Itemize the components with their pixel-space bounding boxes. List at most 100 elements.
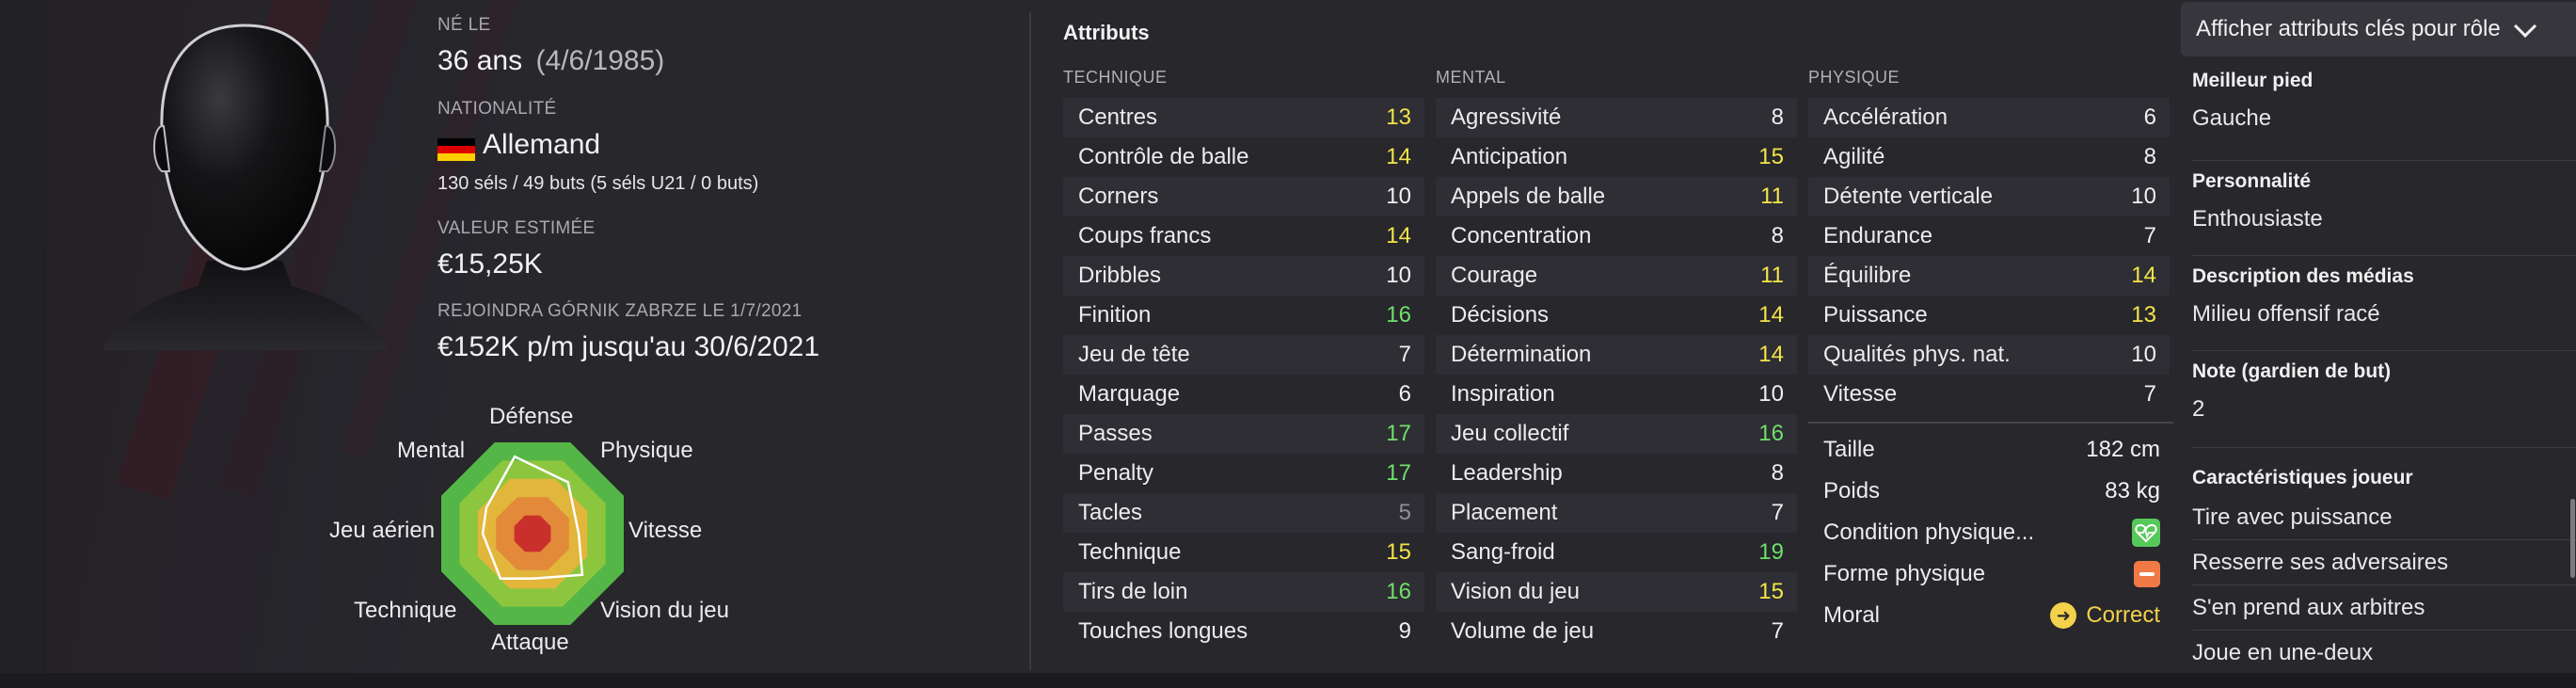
- attribute-row[interactable]: Jeu de tête 7: [1063, 335, 1424, 375]
- attribute-row[interactable]: Décisions 14: [1436, 296, 1797, 335]
- attribute-row[interactable]: Anticipation 15: [1436, 137, 1797, 177]
- attribute-row[interactable]: Accélération 6: [1808, 98, 2170, 137]
- attribute-value: 13: [2131, 302, 2156, 328]
- gk-rating-item: Note (gardien de but) 2: [2192, 351, 2576, 448]
- attribute-value: 14: [2131, 263, 2156, 288]
- condition-label: Condition physique...: [1823, 520, 2035, 545]
- attribute-row[interactable]: Détente verticale 10: [1808, 177, 2170, 216]
- attribute-value: 15: [1386, 539, 1411, 565]
- attribute-name: Vision du jeu: [1451, 579, 1580, 604]
- attribute-value: 15: [1758, 144, 1784, 169]
- attribute-value: 9: [1398, 618, 1411, 644]
- side-info: Meilleur pied Gauche Personnalité Enthou…: [2192, 66, 2576, 676]
- attribute-row[interactable]: Endurance 7: [1808, 216, 2170, 256]
- attribute-row[interactable]: Touches longues 9: [1063, 612, 1424, 651]
- nationality-row[interactable]: Allemand: [437, 129, 600, 161]
- attribute-name: Jeu de tête: [1078, 342, 1190, 367]
- attribute-name: Détermination: [1451, 342, 1592, 367]
- attribute-name: Agressivité: [1451, 104, 1562, 130]
- attribute-row[interactable]: Tirs de loin 16: [1063, 572, 1424, 612]
- attribute-row[interactable]: Coups francs 14: [1063, 216, 1424, 256]
- traits-label: Caractéristiques joueur: [2192, 467, 2413, 488]
- personality-value: Enthousiaste: [2192, 206, 2323, 232]
- attribute-row[interactable]: Sang-froid 19: [1436, 533, 1797, 572]
- attribute-value: 5: [1398, 500, 1411, 525]
- attribute-row[interactable]: Jeu collectif 16: [1436, 414, 1797, 454]
- attribute-row[interactable]: Centres 13: [1063, 98, 1424, 137]
- trait-item: Tire avec puissance: [2192, 495, 2576, 540]
- attribute-row[interactable]: Agilité 8: [1808, 137, 2170, 177]
- attribute-row[interactable]: Penalty 17: [1063, 454, 1424, 493]
- attribute-name: Jeu collectif: [1451, 421, 1569, 446]
- attribute-row[interactable]: Équilibre 14: [1808, 256, 2170, 296]
- attribute-row[interactable]: Inspiration 10: [1436, 375, 1797, 414]
- attribute-row[interactable]: Volume de jeu 7: [1436, 612, 1797, 651]
- trait-item: S'en prend aux arbitres: [2192, 585, 2576, 631]
- attribute-row[interactable]: Marquage 6: [1063, 375, 1424, 414]
- form-label: Forme physique: [1823, 561, 1986, 586]
- attribute-value: 10: [1386, 184, 1411, 209]
- attribute-name: Marquage: [1078, 381, 1181, 407]
- physical-info: Taille 182 cm Poids 83 kg Condition phys…: [1808, 429, 2173, 636]
- attribute-row[interactable]: Puissance 13: [1808, 296, 2170, 335]
- attribute-row[interactable]: Détermination 14: [1436, 335, 1797, 375]
- attribute-value: 15: [1758, 579, 1784, 604]
- attribute-row[interactable]: Placement 7: [1436, 493, 1797, 533]
- attribute-row[interactable]: Contrôle de balle 14: [1063, 137, 1424, 177]
- media-item: Description des médias Milieu offensif r…: [2192, 256, 2576, 351]
- radar-label-aerien: Jeu aérien: [329, 518, 436, 543]
- attribute-value: 14: [1386, 144, 1411, 169]
- attribute-name: Agilité: [1823, 144, 1885, 169]
- attribute-value: 14: [1758, 302, 1784, 328]
- attribute-row[interactable]: Dribbles 10: [1063, 256, 1424, 296]
- attribute-row[interactable]: Corners 10: [1063, 177, 1424, 216]
- attribute-row[interactable]: Concentration 8: [1436, 216, 1797, 256]
- attribute-name: Penalty: [1078, 460, 1154, 486]
- attribute-value: 10: [1758, 381, 1784, 407]
- best-foot-value: Gauche: [2192, 105, 2272, 131]
- attribute-name: Dribbles: [1078, 263, 1162, 288]
- height-label: Taille: [1823, 437, 1875, 462]
- attribute-row[interactable]: Finition 16: [1063, 296, 1424, 335]
- attribute-name: Coups francs: [1078, 223, 1212, 248]
- panel-divider: [1029, 11, 1031, 670]
- bottom-bar: [0, 673, 2576, 688]
- attribute-row[interactable]: Vision du jeu 15: [1436, 572, 1797, 612]
- attribute-name: Équilibre: [1823, 263, 1912, 288]
- attribute-row[interactable]: Agressivité 8: [1436, 98, 1797, 137]
- gk-rating-label: Note (gardien de but): [2192, 360, 2392, 382]
- transfer-label[interactable]: REJOINDRA GÓRNIK ZABRZE LE 1/7/2021: [437, 301, 802, 322]
- attribute-name: Décisions: [1451, 302, 1550, 328]
- attribute-value: 8: [2143, 144, 2156, 169]
- role-dropdown-label: Afficher attributs clés pour rôle: [2196, 16, 2501, 41]
- condition-row[interactable]: Condition physique...: [1808, 512, 2173, 553]
- role-attributes-dropdown[interactable]: Afficher attributs clés pour rôle: [2181, 2, 2576, 56]
- attribute-row[interactable]: Vitesse 7: [1808, 375, 2170, 414]
- attribute-row[interactable]: Technique 15: [1063, 533, 1424, 572]
- attribute-name: Technique: [1078, 539, 1182, 565]
- radar-label-defense: Défense: [489, 404, 574, 429]
- form-neutral-icon: [2134, 561, 2160, 587]
- form-row[interactable]: Forme physique: [1808, 553, 2173, 595]
- attribute-row[interactable]: Courage 11: [1436, 256, 1797, 296]
- international-caps: 130 séls / 49 buts (5 séls U21 / 0 buts): [437, 173, 759, 194]
- side-scrollbar[interactable]: [2570, 499, 2575, 578]
- attribute-value: 10: [2131, 342, 2156, 367]
- radar-label-attaque: Attaque: [491, 630, 569, 655]
- attribute-radar: Défense Physique Vitesse Vision du jeu A…: [320, 400, 771, 668]
- attribute-name: Concentration: [1451, 223, 1592, 248]
- attribute-row[interactable]: Tacles 5: [1063, 493, 1424, 533]
- attribute-row[interactable]: Passes 17: [1063, 414, 1424, 454]
- contract-info: €152K p/m jusqu'au 30/6/2021: [437, 331, 820, 362]
- attribute-name: Tacles: [1078, 500, 1143, 525]
- morale-row[interactable]: Moral ➜ Correct: [1808, 595, 2173, 636]
- morale-status: ➜ Correct: [2050, 602, 2160, 629]
- attribute-row[interactable]: Appels de balle 11: [1436, 177, 1797, 216]
- germany-flag-icon: [437, 137, 475, 161]
- attribute-row[interactable]: Qualités phys. nat. 10: [1808, 335, 2170, 375]
- attribute-value: 16: [1386, 302, 1411, 328]
- attribute-value: 14: [1386, 223, 1411, 248]
- height-row: Taille 182 cm: [1808, 429, 2173, 471]
- attribute-row[interactable]: Leadership 8: [1436, 454, 1797, 493]
- media-value: Milieu offensif racé: [2192, 301, 2380, 327]
